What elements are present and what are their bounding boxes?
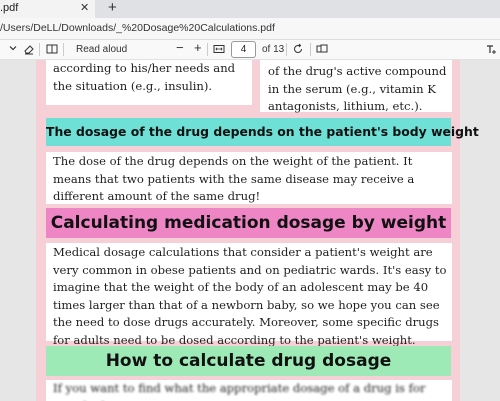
top-right-text: of the drug's active compound in the ser… [268,64,447,113]
pdf-viewport[interactable]: according to his/her needs and the situa… [0,60,500,401]
new-tab-button[interactable]: + [108,0,117,16]
section-heading-how-to: How to calculate drug dosage [46,346,451,376]
toolbar-divider [207,43,208,56]
tab-pdf[interactable]: .pdf ✕ [0,0,95,18]
text-card-section2: Medical dosage calculations that conside… [46,243,452,364]
address-bar[interactable]: /Users/DeLL/Downloads/_%20Dosage%20Calcu… [0,18,500,40]
text-card-left: according to his/her needs and the situa… [46,60,252,105]
text-card-right: of the drug's active compound in the ser… [260,60,452,113]
tab-bar: .pdf ✕ + [0,0,500,18]
section-heading-weight: The dosage of the drug depends on the pa… [46,118,479,146]
section3-body: If you want to find what the appropriate… [53,381,426,401]
top-left-text: according to his/her needs and the situa… [53,61,236,93]
reading-view-icon[interactable] [46,43,58,59]
read-aloud-button[interactable]: Read aloud [76,43,127,56]
toolbar-divider [286,43,287,56]
section-heading-calculating: Calculating medication dosage by weight [46,208,451,238]
text-card-section3: If you want to find what the appropriate… [46,380,452,401]
url-text[interactable]: /Users/DeLL/Downloads/_%20Dosage%20Calcu… [0,22,275,34]
zoom-in-button[interactable]: + [194,41,202,54]
add-text-icon[interactable] [485,43,497,59]
chevron-down-icon[interactable] [8,43,18,57]
section-heading-text: The dosage of the drug depends on the pa… [46,124,479,139]
tab-title: .pdf [0,2,19,14]
page-number-input[interactable]: 4 [231,41,256,58]
rotate-icon[interactable] [292,43,304,59]
toolbar-divider [63,43,64,56]
close-icon[interactable]: ✕ [80,1,89,14]
section-heading-text: Calculating medication dosage by weight [50,213,447,233]
toolbar-divider [310,43,311,56]
toolbar-divider [39,43,40,56]
zoom-out-button[interactable]: − [176,41,184,54]
text-card-section1: The dose of the drug depends on the weig… [46,152,452,204]
pdf-page: according to his/her needs and the situa… [36,60,479,401]
page-total: of 13 [262,44,285,55]
fit-page-icon[interactable] [213,43,225,59]
section1-body: The dose of the drug depends on the weig… [53,154,415,203]
two-page-view-icon[interactable] [316,43,328,59]
eraser-icon[interactable] [23,43,35,59]
pdf-toolbar: Read aloud − + 4 of 13 [0,40,500,60]
section-heading-text: How to calculate drug dosage [105,351,392,371]
